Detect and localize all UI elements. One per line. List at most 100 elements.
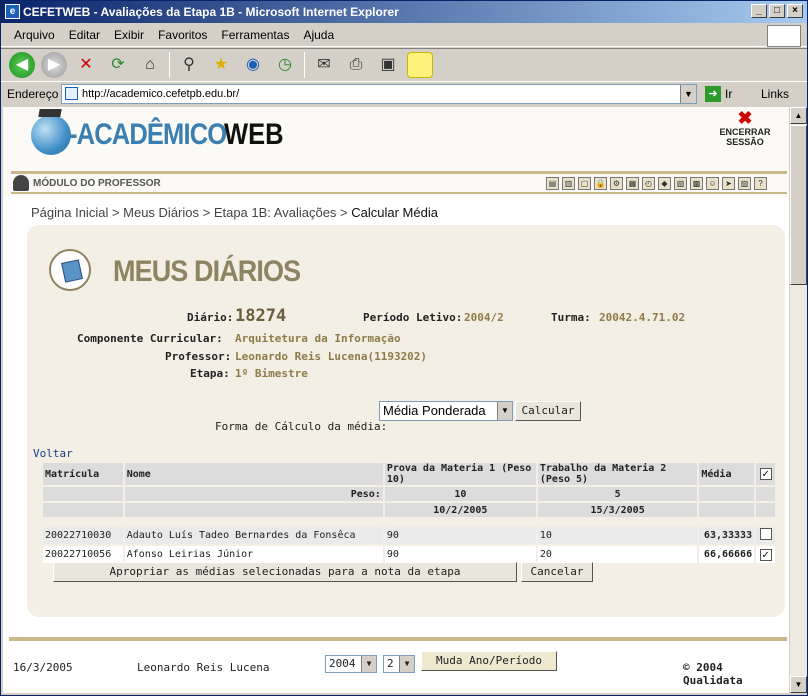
periodo-value: 2004/2 xyxy=(464,311,504,324)
professor-value: Leonardo Reis Lucena(1193202) xyxy=(235,350,428,363)
col-media: Média xyxy=(699,463,755,485)
module-bar: MÓDULO DO PROFESSOR ▤ ▥ ▢ 🔒 ⚙ ▦ ◴ ◆ ▧ ▩ … xyxy=(11,174,787,194)
select-all-checkbox[interactable]: ✓ xyxy=(759,468,772,480)
report-icon[interactable]: ▧ xyxy=(674,177,687,190)
col-nota1: Prova da Materia 1 (Peso 10) xyxy=(384,463,536,485)
menu-bar: Arquivo Editar Exibir Favoritos Ferramen… xyxy=(1,23,807,47)
stop-icon[interactable]: ✕ xyxy=(73,52,99,78)
arrow-icon[interactable]: ➤ xyxy=(722,177,735,190)
media-cell: 66,66666 xyxy=(699,546,755,563)
note-icon[interactable] xyxy=(407,52,433,78)
grid-icon[interactable]: ▩ xyxy=(690,177,703,190)
forward-icon[interactable]: ▶ xyxy=(41,52,67,78)
etapa-label: Etapa: xyxy=(190,367,230,380)
content-panel: MEUS DIÁRIOS Diário: 18274 Período Letiv… xyxy=(27,225,785,617)
edit-icon[interactable]: ▣ xyxy=(375,52,401,78)
address-input[interactable]: http://academico.cefetpb.edu.br/ ▼ xyxy=(61,84,697,104)
windows-logo-icon xyxy=(767,25,801,47)
select-cell xyxy=(756,527,775,544)
help-icon[interactable]: ? xyxy=(754,177,767,190)
go-label: Ir xyxy=(725,87,733,101)
back-link[interactable]: Voltar xyxy=(33,447,73,460)
tools-icon[interactable]: ⚙ xyxy=(610,177,623,190)
table-row: 20022710056 Afonso Leirias Júnior 90 20 … xyxy=(43,546,775,563)
turma-label: Turma: xyxy=(551,311,591,324)
period-select[interactable]: 2 ▼ xyxy=(383,655,415,673)
links-button[interactable]: Links xyxy=(761,83,789,105)
col-nome: Nome xyxy=(124,463,383,485)
menu-editar[interactable]: Editar xyxy=(62,23,107,46)
users-icon[interactable]: ☺ xyxy=(706,177,719,190)
breadcrumb-path[interactable]: Página Inicial > Meus Diários > Etapa 1B… xyxy=(31,205,351,220)
calc-method-select[interactable]: Média Ponderada ▼ xyxy=(379,401,513,421)
logout-label-1: ENCERRAR xyxy=(719,127,771,137)
nota2-cell: 20 xyxy=(537,546,698,563)
componente-label: Componente Curricular: xyxy=(77,332,223,345)
calendar-icon[interactable]: ▦ xyxy=(626,177,639,190)
scroll-up-icon[interactable]: ▲ xyxy=(790,107,807,124)
favorites-icon[interactable]: ★ xyxy=(208,52,234,78)
diary-icon[interactable]: ▤ xyxy=(546,177,559,190)
logout-icon: ✖ xyxy=(737,108,753,128)
chevron-down-icon: ▼ xyxy=(361,656,376,672)
close-button[interactable]: × xyxy=(787,4,803,18)
date-1: 10/2/2005 xyxy=(384,503,536,517)
change-period-button[interactable]: Muda Ano/Período xyxy=(421,651,557,671)
empty-cell xyxy=(699,503,755,517)
media-icon[interactable]: ◉ xyxy=(240,52,266,78)
logo-text-web: WEB xyxy=(224,118,284,151)
professor-icon xyxy=(13,175,29,191)
year-value: 2004 xyxy=(329,657,356,670)
back-icon[interactable]: ◀ xyxy=(9,52,35,78)
nome-cell[interactable]: Afonso Leirias Júnior xyxy=(124,546,383,563)
site-logo[interactable]: -ACADÊMICO WEB xyxy=(31,115,294,155)
year-select[interactable]: 2004 ▼ xyxy=(325,655,377,673)
apply-averages-button[interactable]: Apropriar as médias selecionadas para a … xyxy=(53,562,517,582)
shortcut-icons: ▤ ▥ ▢ 🔒 ⚙ ▦ ◴ ◆ ▧ ▩ ☺ ➤ ▨ ? xyxy=(546,177,767,190)
periodo-label: Período Letivo: xyxy=(363,311,463,324)
footer: 16/3/2005 Leonardo Reis Lucena 2004 ▼ 2 … xyxy=(9,647,787,689)
matricula-cell[interactable]: 20022710056 xyxy=(43,546,123,563)
empty-cell xyxy=(699,487,755,501)
vertical-scrollbar[interactable]: ▲ ▼ xyxy=(789,107,807,693)
history-icon[interactable]: ◷ xyxy=(272,52,298,78)
matricula-cell[interactable]: 20022710030 xyxy=(43,527,123,544)
menu-favoritos[interactable]: Favoritos xyxy=(151,23,214,46)
scroll-thumb[interactable] xyxy=(790,125,807,285)
spacer-row xyxy=(43,519,775,525)
calculate-button[interactable]: Calcular xyxy=(515,401,581,421)
scroll-down-icon[interactable]: ▼ xyxy=(790,676,807,693)
home-icon[interactable]: ⌂ xyxy=(137,52,163,78)
mail-icon[interactable]: ✉ xyxy=(311,52,337,78)
clipboard-icon[interactable]: ▢ xyxy=(578,177,591,190)
nome-cell[interactable]: Adauto Luís Tadeo Bernardes da Fonsêca xyxy=(124,527,383,544)
toolbar-separator xyxy=(304,52,305,78)
minimize-button[interactable]: _ xyxy=(751,4,767,18)
dates-row: 10/2/2005 15/3/2005 xyxy=(43,503,775,517)
spacer-cell xyxy=(43,519,775,525)
go-button[interactable]: ➜ Ir xyxy=(703,84,747,104)
refresh-icon[interactable]: ⟳ xyxy=(105,52,131,78)
row-checkbox[interactable]: ✓ xyxy=(759,548,772,561)
menu-exibir[interactable]: Exibir xyxy=(107,23,151,46)
table-row: 20022710030 Adauto Luís Tadeo Bernardes … xyxy=(43,527,775,544)
empty-cell xyxy=(43,503,123,517)
maximize-button[interactable]: □ xyxy=(769,4,785,18)
menu-arquivo[interactable]: Arquivo xyxy=(7,23,62,46)
date-2: 15/3/2005 xyxy=(537,503,698,517)
row-checkbox[interactable] xyxy=(759,528,772,540)
nota1-cell: 90 xyxy=(384,527,536,544)
col-nota2: Trabalho da Materia 2 (Peso 5) xyxy=(537,463,698,485)
lock-icon[interactable]: 🔒 xyxy=(594,177,607,190)
clock-icon[interactable]: ◴ xyxy=(642,177,655,190)
menu-ferramentas[interactable]: Ferramentas xyxy=(214,23,296,46)
logout-button[interactable]: ✖ ENCERRAR SESSÃO xyxy=(715,109,775,147)
search-icon[interactable]: ⚲ xyxy=(176,52,202,78)
tag-icon[interactable]: ◆ xyxy=(658,177,671,190)
print-icon[interactable]: ⎙ xyxy=(343,52,369,78)
chart-icon[interactable]: ▨ xyxy=(738,177,751,190)
address-dropdown-icon[interactable]: ▼ xyxy=(680,85,696,103)
books-icon[interactable]: ▥ xyxy=(562,177,575,190)
menu-ajuda[interactable]: Ajuda xyxy=(296,23,341,46)
cancel-button[interactable]: Cancelar xyxy=(521,562,593,582)
